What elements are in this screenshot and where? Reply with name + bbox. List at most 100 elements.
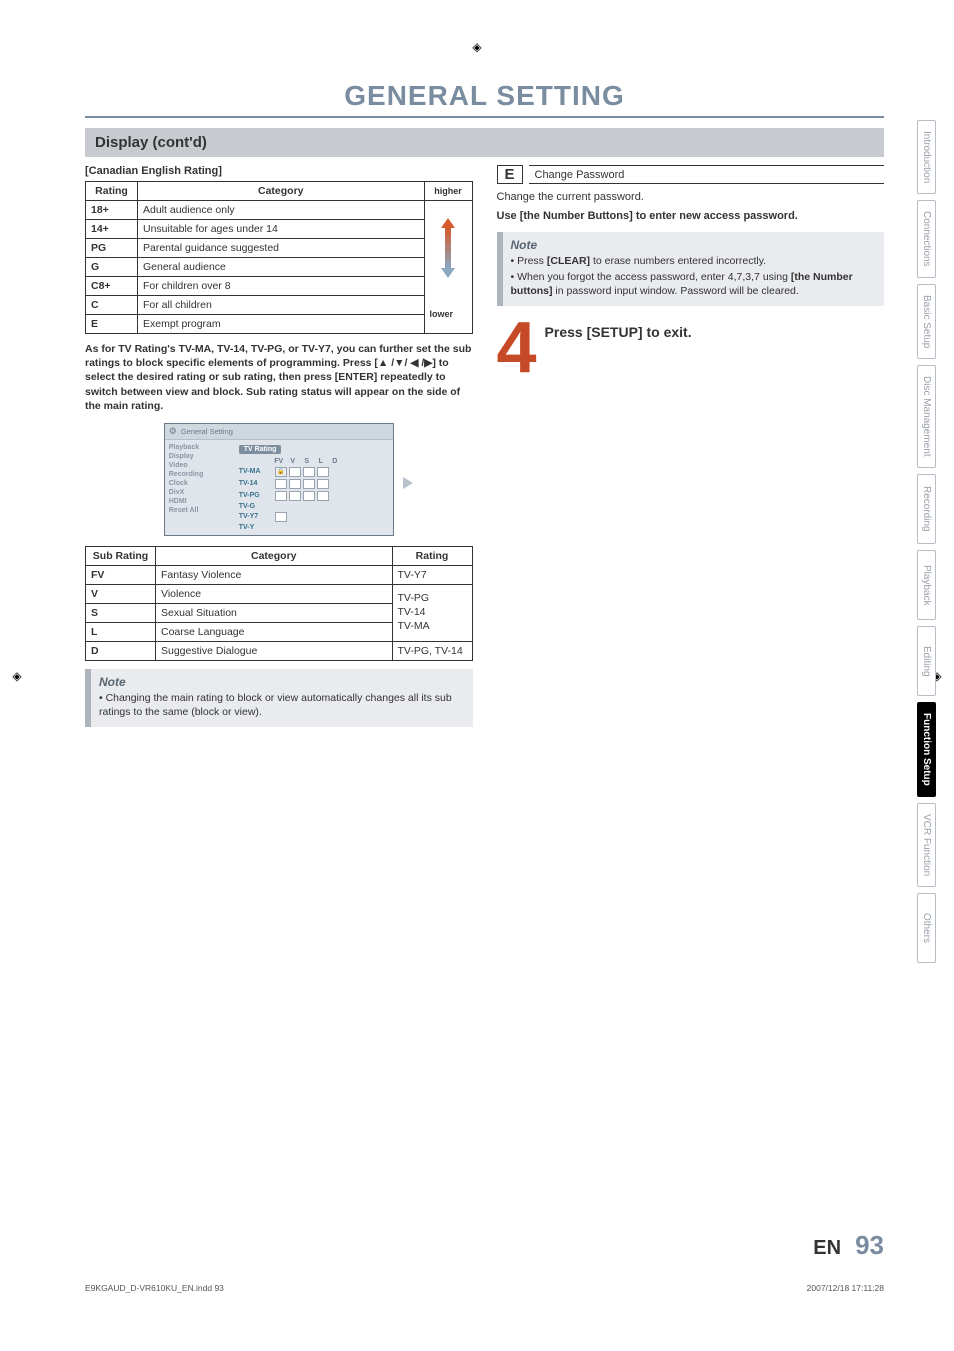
- step-e-header: E Change Password: [497, 165, 885, 184]
- stack-line: TV-MA: [398, 620, 467, 634]
- tab-connections[interactable]: Connections: [917, 200, 936, 278]
- play-arrow-icon: [403, 477, 413, 489]
- note-list: Changing the main rating to block or vie…: [99, 691, 465, 719]
- note-item: Press [CLEAR] to erase numbers entered i…: [511, 254, 877, 268]
- osd-cell: [275, 491, 287, 501]
- tab-disc-management[interactable]: Disc Management: [917, 365, 936, 468]
- osd-screenshot-wrap: ⚙ General Setting Playback Display Video…: [85, 423, 473, 536]
- sr-l: L: [86, 622, 156, 641]
- tab-introduction[interactable]: Introduction: [917, 120, 936, 194]
- osd-row: TV-MA🔒: [239, 467, 389, 477]
- sr-s-cat: Sexual Situation: [156, 603, 393, 622]
- osd-screenshot: ⚙ General Setting Playback Display Video…: [164, 423, 394, 536]
- tab-vcr-function[interactable]: VCR Function: [917, 803, 936, 887]
- rating-code: C8+: [91, 280, 111, 292]
- osd-body: Playback Display Video Recording Clock D…: [165, 440, 393, 535]
- th-rating2: Rating: [392, 546, 472, 565]
- right-note-box: Note Press [CLEAR] to erase numbers ente…: [497, 232, 885, 307]
- sr-stack-rating: TV-PG TV-14 TV-MA: [392, 584, 472, 641]
- sr-l-cat: Coarse Language: [156, 622, 393, 641]
- osd-menu-list: Playback Display Video Recording Clock D…: [165, 440, 235, 535]
- arrow-down-icon: [441, 268, 455, 278]
- rating-code: 14+: [91, 223, 109, 235]
- stack-line: TV-14: [398, 606, 467, 620]
- tab-recording[interactable]: Recording: [917, 474, 936, 544]
- step-4: 4 Press [SETUP] to exit.: [497, 320, 885, 378]
- step-number-4: 4: [497, 320, 537, 378]
- left-column: [Canadian English Rating] Rating Categor…: [85, 165, 473, 727]
- level-arrow-cell: [424, 201, 472, 296]
- sr-code: D: [91, 645, 99, 657]
- page-title: GENERAL SETTING: [85, 80, 884, 118]
- osd-panel: TV Rating FV V S L D TV-MA🔒 TV-14 TV-PG: [235, 440, 393, 535]
- osd-menu-item: Reset All: [169, 507, 231, 514]
- sr-code: S: [91, 607, 98, 619]
- sr-d-cat: Suggestive Dialogue: [156, 641, 393, 660]
- canadian-rating-heading: [Canadian English Rating]: [85, 165, 473, 177]
- osd-row-label: TV-Y7: [239, 513, 273, 520]
- th-level: higher: [424, 182, 472, 201]
- rating-e-cat: Exempt program: [138, 315, 425, 334]
- tab-playback[interactable]: Playback: [917, 550, 936, 620]
- tab-basic-setup[interactable]: Basic Setup: [917, 284, 936, 359]
- osd-menu-item: Display: [169, 453, 231, 460]
- rating-code: 18+: [91, 204, 109, 216]
- sr-fv-cat: Fantasy Violence: [156, 565, 393, 584]
- footer-page-number: 93: [855, 1230, 884, 1261]
- tab-editing[interactable]: Editing: [917, 626, 936, 696]
- gear-icon: ⚙: [169, 426, 177, 437]
- th-category2: Category: [156, 546, 393, 565]
- rating-18plus: 18+: [86, 201, 138, 220]
- osd-cell: [303, 479, 315, 489]
- osd-col: FV: [273, 458, 285, 465]
- rating-g-cat: General audience: [138, 258, 425, 277]
- sr-code: V: [91, 588, 98, 600]
- tab-others[interactable]: Others: [917, 893, 936, 963]
- rating-pg: PG: [86, 239, 138, 258]
- canadian-rating-table: Rating Category higher 18+ Adult audienc…: [85, 181, 473, 334]
- sr-v: V: [86, 584, 156, 603]
- osd-cell: [303, 467, 315, 477]
- osd-active-tab: TV Rating: [239, 445, 282, 454]
- osd-row: TV-Y: [239, 524, 389, 531]
- note-title: Note: [511, 238, 877, 252]
- sub-rating-table: Sub Rating Category Rating FV Fantasy Vi…: [85, 546, 473, 661]
- osd-col: D: [329, 458, 341, 465]
- osd-menu-item: Playback: [169, 444, 231, 451]
- osd-row-label: TV-Y: [239, 524, 273, 531]
- arrow-lower-label: lower: [430, 309, 454, 319]
- change-password-desc: Change the current password.: [497, 190, 885, 205]
- arrow-bar: [445, 228, 451, 268]
- osd-titlebar: ⚙ General Setting: [165, 424, 393, 440]
- osd-row-label: TV-14: [239, 480, 273, 487]
- osd-row-label: TV-PG: [239, 492, 273, 499]
- osd-title: General Setting: [181, 427, 233, 436]
- arrow-higher-label: higher: [434, 186, 462, 196]
- print-file: E9KGAUD_D-VR610KU_EN.indd 93: [85, 1283, 224, 1293]
- rating-pg-cat: Parental guidance suggested: [138, 239, 425, 258]
- osd-row: TV-14: [239, 479, 389, 489]
- step-letter-box: E: [497, 165, 523, 184]
- rating-c-cat: For all children: [138, 296, 425, 315]
- rating-g: G: [86, 258, 138, 277]
- right-column: E Change Password Change the current pas…: [497, 165, 885, 727]
- osd-row: TV-Y7: [239, 512, 389, 522]
- osd-cell: [289, 491, 301, 501]
- side-chapter-tabs: Introduction Connections Basic Setup Dis…: [917, 120, 936, 963]
- osd-cell: [275, 479, 287, 489]
- step-label: Change Password: [529, 165, 885, 184]
- print-metadata: E9KGAUD_D-VR610KU_EN.indd 93 2007/12/18 …: [85, 1283, 884, 1293]
- sr-code: FV: [91, 569, 104, 581]
- osd-cell: [289, 467, 301, 477]
- osd-cell: [317, 491, 329, 501]
- th-category: Category: [138, 182, 425, 201]
- sr-code: L: [91, 626, 97, 638]
- sr-d: D: [86, 641, 156, 660]
- sr-fv-rating: TV-Y7: [392, 565, 472, 584]
- osd-menu-item: Recording: [169, 471, 231, 478]
- osd-cell: [275, 512, 287, 522]
- gradient-arrow-icon: [441, 218, 455, 278]
- note-item: When you forgot the access password, ent…: [511, 270, 877, 298]
- osd-cell: [303, 491, 315, 501]
- tab-function-setup[interactable]: Function Setup: [917, 702, 936, 797]
